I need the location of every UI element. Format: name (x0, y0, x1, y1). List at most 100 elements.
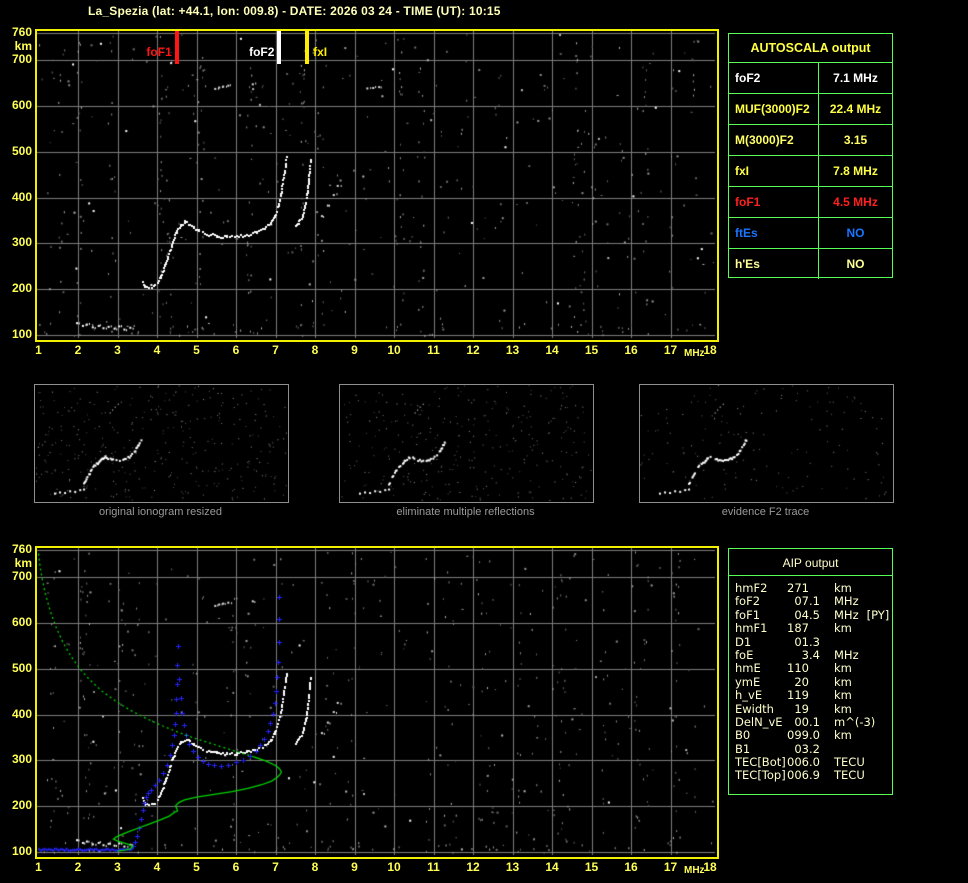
x-axis-tick: 7 (272, 860, 279, 874)
autoscala-row-label: MUF(3000)F2 (729, 94, 819, 124)
aip-row-value-frac (809, 622, 824, 635)
y-axis-tick: 300 (11, 235, 32, 250)
scaled-ionogram-canvas (37, 31, 717, 340)
x-axis-unit: MHz (684, 348, 705, 359)
foF1-marker-label: foF1 (146, 45, 172, 59)
y-axis-tick: 760 (11, 25, 32, 39)
aip-row-value-int: 099 (787, 728, 809, 743)
autoscala-row-label: fxI (729, 156, 819, 186)
aip-row: foF2 07.1 MHz (735, 595, 892, 608)
station-title: La_Spezia (lat: +44.1, lon: 009.8) - DAT… (88, 4, 501, 18)
x-axis-tick: 5 (193, 343, 200, 357)
y-axis-tick: 400 (11, 706, 32, 721)
aip-row-unit: TECU (834, 768, 865, 783)
autoscala-row: fxI 7.8 MHz (729, 155, 892, 186)
x-axis-tick: 14 (545, 343, 559, 357)
aip-row-label: TEC[Bot] (735, 755, 786, 770)
y-axis-tick: 760 (11, 542, 32, 556)
x-axis-tick: 8 (311, 860, 319, 874)
autoscala-row: foF1 4.5 MHz (729, 186, 892, 217)
aip-row-value-frac: .1 (809, 714, 820, 729)
y-axis-tick: 600 (11, 615, 32, 630)
aip-row-unit: TECU (834, 755, 865, 770)
y-axis-tick: 500 (11, 143, 32, 158)
y-axis-tick: 300 (11, 752, 32, 767)
aip-row-label: B0 (735, 728, 751, 743)
aip-row-label: h_vE (735, 688, 763, 703)
autoscala-row-label: foF1 (729, 187, 819, 217)
autoscala-row-label: foF2 (729, 63, 819, 93)
autoscala-row: MUF(3000)F2 22.4 MHz (729, 93, 892, 124)
x-axis-tick: 16 (624, 343, 638, 357)
y-axis-tick: 200 (11, 281, 32, 296)
thumbnail-3 (639, 384, 894, 503)
aip-row-value-frac: .3 (809, 634, 820, 649)
x-axis-tick: 14 (545, 860, 559, 874)
aip-row-value-frac: .4 (809, 647, 820, 662)
x-axis-tick: 12 (466, 860, 480, 874)
foF1-marker-line (174, 31, 179, 64)
aip-row: Ewidth 19 km (735, 701, 892, 716)
aip-row-unit: MHz (834, 594, 859, 609)
aip-row-value-frac (809, 662, 824, 675)
aip-row: DelN_vE 00.1 m^(-3) (735, 714, 892, 729)
aip-row: hmF1 187 km (735, 621, 892, 636)
aip-row-value-int: 006 (787, 755, 809, 770)
aip-row-value-int: 00 (794, 714, 809, 729)
aip-row-value-int: 19 (794, 701, 809, 716)
x-axis-tick: 4 (153, 343, 161, 357)
foF2-marker-line (277, 31, 282, 64)
aip-row-value-int: 187 (787, 621, 809, 636)
aip-row-label: hmF1 (735, 621, 768, 636)
y-axis-tick: 700 (11, 52, 32, 67)
aip-row-label: DelN_vE (735, 714, 783, 729)
aip-row-label: foF2 (735, 594, 761, 609)
aip-row-unit: km (834, 674, 852, 689)
aip-row-unit: km (834, 728, 852, 743)
aip-row-value-frac: .5 (809, 607, 820, 622)
thumbnail-canvas (340, 385, 593, 502)
y-axis-tick: 600 (11, 98, 32, 113)
aip-row-label: hmF2 (735, 581, 768, 595)
aip-row: foE 3.4 MHz (735, 647, 892, 662)
aip-output-title: AIP output (729, 549, 892, 576)
autoscala-row-value: 22.4 MHz (829, 102, 882, 116)
autoscala-row-value: 7.1 MHz (833, 71, 878, 85)
x-axis-tick: 13 (505, 343, 520, 357)
aip-row-label: TEC[Top] (735, 768, 786, 783)
thumbnail-2 (339, 384, 594, 503)
autoscala-output-rows: foF2 7.1 MHz MUF(3000)F2 22.4 MHz M(3000)F2 3… (729, 63, 892, 279)
thumbnail-1 (34, 384, 289, 503)
x-axis-tick: 1 (35, 860, 42, 874)
aip-row: TEC[Bot] 006.0 TECU (735, 755, 892, 770)
aip-row: B0 099.0 km (735, 729, 892, 742)
aip-row: foF1 04.5 MHz [PY] (735, 607, 892, 622)
x-axis-tick: 6 (232, 860, 240, 874)
aip-row-label: B1 (735, 741, 751, 756)
aip-row-label: hmE (735, 661, 761, 676)
aip-output-panel: AIP output hmF2 271 km foF2 07.1 MHz foF1 04.5 M… (728, 548, 893, 795)
autoscala-row-label: ftEs (729, 218, 819, 248)
x-axis-tick: 4 (153, 860, 161, 874)
aip-row-unit: MHz (834, 647, 859, 662)
x-axis-tick: 12 (466, 343, 480, 357)
x-axis-unit: MHz (684, 865, 705, 876)
aip-row: D1 01.3 (735, 634, 892, 649)
autoscala-row-value: NO (846, 257, 865, 271)
aip-row-value-frac: .2 (809, 741, 820, 756)
aip-row: ymE 20 km (735, 674, 892, 689)
aip-row-unit: km (834, 581, 852, 595)
thumbnail-canvas (35, 385, 288, 502)
thumbnail-caption: evidence F2 trace (721, 506, 810, 518)
x-axis-tick: 17 (663, 343, 678, 357)
aip-row-extra: [PY] (866, 607, 890, 622)
aip-row-label: foF1 (735, 607, 761, 622)
aip-row-value-int: 006 (787, 768, 809, 783)
y-axis-tick: 100 (11, 327, 32, 341)
aip-row: hmE 110 km (735, 662, 892, 675)
aip-row-unit: m^(-3) (834, 714, 876, 729)
autoscala-row: h'Es NO (729, 248, 892, 279)
aip-row-label: Ewidth (735, 701, 774, 716)
autoscala-row: foF2 7.1 MHz (729, 63, 892, 93)
thumbnail-canvas (640, 385, 893, 502)
